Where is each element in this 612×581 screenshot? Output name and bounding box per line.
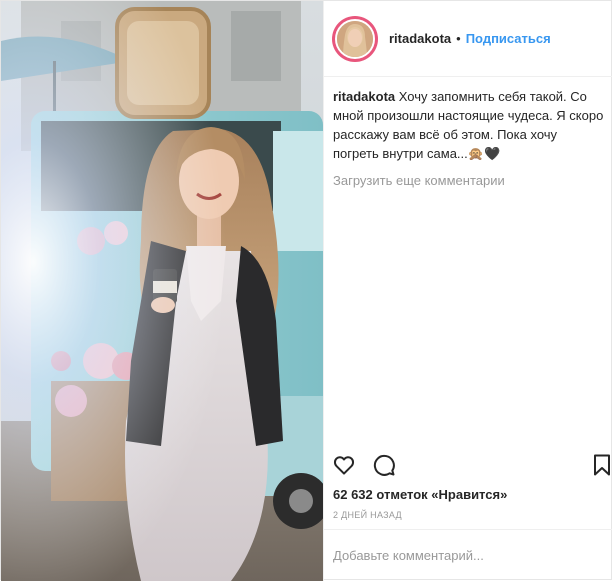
separator-dot: • [456, 31, 461, 46]
avatar-image [337, 20, 373, 57]
bookmark-outline-icon[interactable] [590, 453, 612, 477]
avatar-story-ring[interactable] [332, 15, 378, 62]
post-details-panel: ritadakota • Подписаться ritadakota Хочу… [323, 1, 612, 581]
post-date[interactable]: 2 дней назад [333, 510, 402, 520]
caption: ritadakota Хочу запомнить себя такой. Со… [333, 87, 605, 163]
comment-input[interactable] [333, 548, 593, 563]
comments-section: ritadakota Хочу запомнить себя такой. Со… [333, 87, 605, 190]
avatar[interactable] [335, 18, 375, 59]
add-comment-section [324, 529, 612, 581]
action-bar [332, 453, 610, 477]
author-username[interactable]: ritadakota [389, 31, 451, 46]
load-more-comments-button[interactable]: Загрузить еще комментарии [333, 171, 605, 190]
heart-outline-icon[interactable] [332, 453, 356, 477]
post-image [1, 1, 323, 581]
post-header: ritadakota • Подписаться [324, 1, 612, 77]
likes-count[interactable]: 62 632 отметок «Нравится» [333, 487, 507, 502]
speech-bubble-icon[interactable] [372, 453, 396, 477]
follow-button[interactable]: Подписаться [466, 31, 551, 46]
caption-username[interactable]: ritadakota [333, 89, 395, 104]
post-photo[interactable] [1, 1, 323, 581]
instagram-post: ritadakota • Подписаться ritadakota Хочу… [0, 0, 612, 581]
